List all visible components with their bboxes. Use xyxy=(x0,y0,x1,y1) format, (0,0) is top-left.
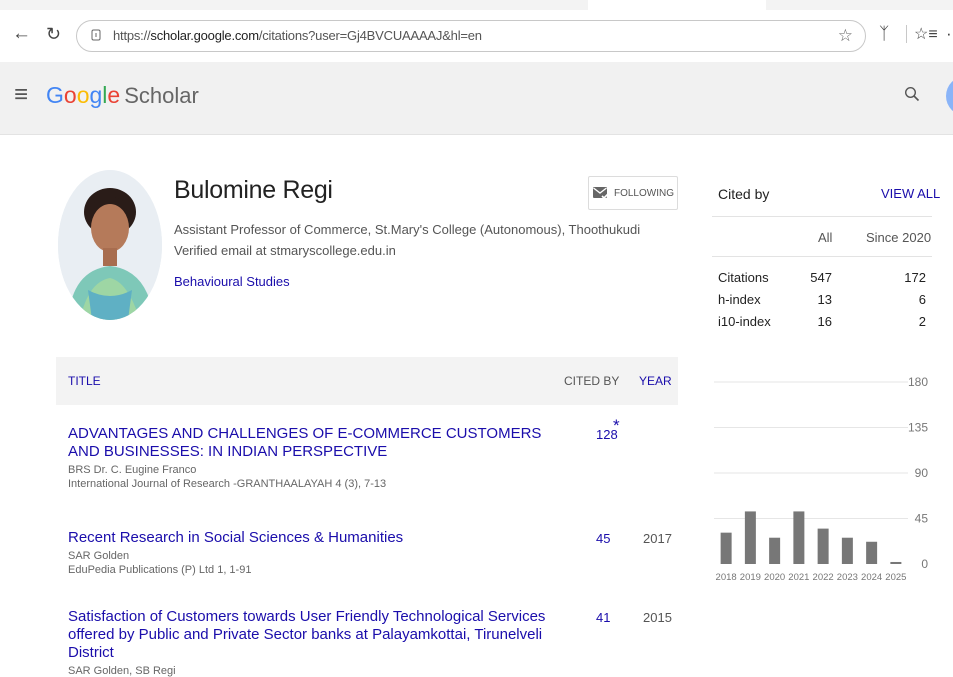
account-avatar[interactable] xyxy=(946,76,953,116)
citation-bar[interactable] xyxy=(890,561,902,564)
tab-strip xyxy=(0,0,953,10)
x-tick-label: 2022 xyxy=(813,572,834,583)
logo-letter: g xyxy=(89,82,103,108)
sort-by-cited[interactable]: CITED BY xyxy=(564,374,619,388)
cited-by-heading: Cited by xyxy=(718,186,770,202)
profile-photo-image xyxy=(58,170,162,320)
url-host: scholar.google.com xyxy=(150,28,259,43)
article-title-link[interactable]: Recent Research in Social Sciences & Hum… xyxy=(68,529,558,547)
profile-name: Bulomine Regi xyxy=(174,176,333,204)
address-bar[interactable]: https://scholar.google.com/citations?use… xyxy=(76,20,866,52)
citation-bar[interactable] xyxy=(817,528,829,564)
url-prefix: https:// xyxy=(113,28,151,43)
extension-icon[interactable]: ᛉ xyxy=(879,24,889,44)
article-row: ADVANTAGES AND CHALLENGES OF E-COMMERCE … xyxy=(68,416,678,490)
article-cited-count[interactable]: 45 xyxy=(596,531,610,546)
x-tick-label: 2018 xyxy=(716,572,737,583)
y-tick-label: 135 xyxy=(908,421,928,435)
metric-all: 13 xyxy=(817,292,832,307)
article-row: Satisfaction of Customers towards User F… xyxy=(68,608,678,677)
citation-bar[interactable] xyxy=(720,532,732,564)
col-all-header: All xyxy=(818,230,833,245)
metric-label[interactable]: Citations xyxy=(718,270,769,285)
citation-bar[interactable] xyxy=(769,537,781,564)
browser-toolbar: ← ↻ https://scholar.google.com/citations… xyxy=(0,0,953,62)
metric-all: 16 xyxy=(817,314,832,329)
cited-by-divider xyxy=(712,216,932,217)
metric-since: 172 xyxy=(904,270,926,285)
active-tab[interactable] xyxy=(588,0,766,10)
x-tick-label: 2023 xyxy=(837,572,858,583)
article-authors: SAR Golden xyxy=(68,550,130,562)
logo-letter: o xyxy=(63,82,77,108)
logo-suffix: Scholar xyxy=(124,83,199,108)
article-authors: SAR Golden, SB Regi xyxy=(68,665,176,677)
search-icon[interactable] xyxy=(904,86,920,102)
sort-by-year[interactable]: YEAR xyxy=(639,374,672,388)
col-since-header: Since 2020 xyxy=(866,230,932,245)
x-tick-label: 2020 xyxy=(764,572,785,583)
article-cited-count[interactable]: 41 xyxy=(596,610,610,625)
article-venue: EduPedia Publications (P) Ltd 1, 1-91 xyxy=(68,564,252,576)
citations-per-year-chart: 0 45 90 135 180 2018 2019 2020 2021 2022 2023 2024 2… xyxy=(714,375,929,583)
metric-label[interactable]: i10-index xyxy=(718,314,771,329)
metric-all: 547 xyxy=(810,270,832,285)
merged-citation-star[interactable]: * xyxy=(613,416,620,436)
article-authors: BRS Dr. C. Eugine Franco xyxy=(68,464,197,476)
y-tick-label: 90 xyxy=(915,466,929,480)
citation-bar[interactable] xyxy=(744,511,756,564)
citation-bar[interactable] xyxy=(841,537,853,564)
url-text[interactable]: https://scholar.google.com/citations?use… xyxy=(113,28,482,43)
sort-by-title[interactable]: TITLE xyxy=(68,374,101,388)
y-tick-label: 45 xyxy=(915,512,929,526)
citation-bar[interactable] xyxy=(793,511,805,564)
follow-mail-icon xyxy=(592,187,609,200)
article-title-link[interactable]: Satisfaction of Customers towards User F… xyxy=(68,608,568,662)
google-scholar-logo[interactable]: Google Scholar xyxy=(46,82,199,109)
favorites-icon[interactable]: ☆≡ xyxy=(914,24,938,44)
y-tick-label: 180 xyxy=(908,375,928,389)
article-year: 2015 xyxy=(643,610,672,625)
bookmark-star-icon[interactable]: ☆ xyxy=(838,26,853,46)
metric-label[interactable]: h-index xyxy=(718,292,761,307)
profile-email: Verified email at stmaryscollege.edu.in xyxy=(174,243,396,258)
logo-letter: e xyxy=(107,82,121,108)
scholar-header: ≡ Google Scholar xyxy=(0,62,953,135)
article-row: Recent Research in Social Sciences & Hum… xyxy=(68,529,678,576)
reload-icon[interactable]: ↻ xyxy=(46,22,61,46)
x-tick-label: 2021 xyxy=(788,572,809,583)
research-interest-link[interactable]: Behavioural Studies xyxy=(174,274,290,289)
back-icon[interactable]: ← xyxy=(12,22,31,46)
following-button[interactable]: FOLLOWING xyxy=(588,176,678,210)
article-venue: International Journal of Research -GRANT… xyxy=(68,478,387,490)
metric-since: 2 xyxy=(918,314,926,329)
following-label: FOLLOWING xyxy=(613,187,674,199)
view-all-link[interactable]: VIEW ALL xyxy=(881,186,940,201)
page-info-icon[interactable] xyxy=(91,29,101,41)
article-title-link[interactable]: ADVANTAGES AND CHALLENGES OF E-COMMERCE … xyxy=(68,425,558,461)
x-tick-label: 2019 xyxy=(740,572,761,583)
menu-icon[interactable]: ≡ xyxy=(14,83,28,107)
logo-letter: o xyxy=(76,82,90,108)
profile-affiliation: Assistant Professor of Commerce, St.Mary… xyxy=(174,222,641,237)
more-menu-icon[interactable]: · xyxy=(946,24,952,44)
citation-bar[interactable] xyxy=(866,541,878,564)
x-tick-label: 2024 xyxy=(861,572,882,583)
articles-table-header: TITLE CITED BY YEAR xyxy=(56,357,678,405)
profile-photo xyxy=(58,170,162,320)
url-path: /citations?user=Gj4BVCUAAAAJ&hl=en xyxy=(258,28,482,43)
metric-since: 6 xyxy=(918,292,926,307)
logo-letter: G xyxy=(46,82,64,108)
x-tick-label: 2025 xyxy=(885,572,906,583)
toolbar-divider xyxy=(906,25,907,43)
cited-by-divider xyxy=(712,256,932,257)
article-year: 2017 xyxy=(643,531,672,546)
y-tick-label: 0 xyxy=(921,557,928,571)
